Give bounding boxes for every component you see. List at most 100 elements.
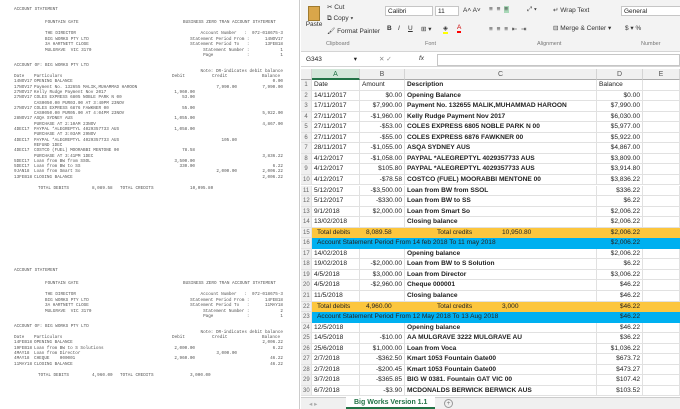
cell-e[interactable] — [643, 301, 680, 313]
cell-description[interactable]: Payment No. 132655 MALIK,MUHAMMAD HAROON — [405, 101, 597, 112]
row-number[interactable]: 5 — [301, 122, 312, 133]
cell-amount[interactable]: $7,990.00 — [360, 101, 405, 112]
cell-e[interactable] — [643, 375, 680, 386]
column-header-C[interactable]: C — [405, 69, 597, 80]
row-number[interactable]: 19 — [301, 269, 312, 281]
cell-balance[interactable]: $6,030.00 — [597, 111, 643, 123]
total-debits-value[interactable]: 8,089.58 — [360, 227, 405, 239]
cell-amount[interactable]: -$1,960.00 — [360, 111, 405, 123]
cell-description[interactable]: COLES EXPRESS 6805 NOBLE PARK N 00 — [405, 122, 597, 133]
cell-e[interactable] — [643, 259, 680, 270]
row-number[interactable]: 11 — [301, 185, 312, 197]
cell-e[interactable] — [643, 174, 680, 186]
cell-description[interactable]: Loan from Voca — [405, 343, 597, 355]
formula-input[interactable] — [437, 54, 680, 66]
cell-balance[interactable]: $5,922.00 — [597, 132, 643, 144]
cell-amount[interactable]: -$78.58 — [360, 174, 405, 186]
row-number[interactable]: 30 — [301, 385, 312, 397]
period-heading[interactable]: Account Statement Period From 14 feb 201… — [312, 238, 597, 249]
cell-e[interactable] — [643, 291, 680, 302]
cell-date[interactable]: 9/1/2018 — [312, 206, 360, 218]
row-number[interactable]: 27 — [301, 354, 312, 365]
row-number[interactable]: 22 — [301, 301, 312, 313]
merge-center-button[interactable]: ⊟ Merge & Center ▾ — [553, 24, 611, 32]
cell-description[interactable]: Opening balance — [405, 248, 597, 260]
row-number[interactable]: 23 — [301, 312, 312, 323]
cell-balance[interactable]: $3,006.22 — [597, 269, 643, 281]
row-number[interactable]: 15 — [301, 227, 312, 239]
cell-e[interactable] — [643, 164, 680, 175]
cell-date[interactable]: 27/11/2017 — [312, 122, 360, 133]
cell-amount[interactable]: -$1,055.00 — [360, 143, 405, 154]
cell-e[interactable] — [643, 101, 680, 112]
cell-e[interactable] — [643, 185, 680, 197]
fill-color-button[interactable]: ◈ — [443, 24, 448, 34]
cell-description[interactable]: Loan from BW from SSOL — [405, 185, 597, 197]
cell-balance[interactable]: $2,006.22 — [597, 238, 643, 249]
underline-button[interactable]: U — [408, 25, 413, 32]
cell-description[interactable]: Closing balance — [405, 291, 597, 302]
row-number[interactable]: 3 — [301, 101, 312, 112]
cell-amount[interactable]: -$2,000.00 — [360, 259, 405, 270]
cell-balance[interactable]: $107.42 — [597, 375, 643, 386]
row-number[interactable]: 2 — [301, 90, 312, 102]
cell-date[interactable]: 13/02/2018 — [312, 217, 360, 228]
font-grow-shrink-buttons[interactable]: A˄ A˅ — [463, 7, 481, 14]
currency-button[interactable]: $ ▾ % — [625, 24, 641, 32]
cell-e[interactable] — [643, 196, 680, 207]
cell-e[interactable] — [643, 312, 680, 323]
row-number[interactable]: 26 — [301, 343, 312, 355]
cell-date[interactable]: 17/11/2017 — [312, 101, 360, 112]
cell-balance[interactable]: $3,914.80 — [597, 164, 643, 175]
font-name-select[interactable]: Calibri — [385, 6, 433, 16]
total-debits-label[interactable]: Total debits — [312, 227, 360, 239]
cell-e[interactable] — [643, 153, 680, 165]
row-number[interactable]: 4 — [301, 111, 312, 123]
cell-e[interactable] — [643, 122, 680, 133]
cell-e[interactable] — [643, 143, 680, 154]
cell-e[interactable] — [643, 111, 680, 123]
cell-date[interactable]: 27/11/2017 — [312, 111, 360, 123]
cell-date[interactable]: 4/5/2018 — [312, 280, 360, 291]
cell-description[interactable]: PAYPAL *ALEGREPTYL 4029357733 AUS — [405, 153, 597, 165]
cell-amount[interactable]: -$365.85 — [360, 375, 405, 386]
cell-date[interactable]: 4/12/2017 — [312, 153, 360, 165]
row-number[interactable]: 18 — [301, 259, 312, 270]
cell-balance[interactable]: $46.22 — [597, 291, 643, 302]
cell-balance[interactable]: $46.22 — [597, 312, 643, 323]
sheet-tab-big-works[interactable]: Big Works Version 1.1 — [346, 397, 436, 409]
cell-date[interactable]: 25/6/2018 — [312, 343, 360, 355]
cell-balance[interactable]: $4,867.00 — [597, 143, 643, 154]
cell-date[interactable]: 2/7/2018 — [312, 364, 360, 376]
cell-e[interactable] — [643, 364, 680, 376]
font-color-button[interactable]: A — [457, 24, 462, 33]
cell-e[interactable] — [643, 238, 680, 249]
sheet-scroll-arrows[interactable]: ◂ ▸ — [309, 400, 317, 408]
row-number[interactable]: 1 — [301, 80, 312, 91]
row-number[interactable]: 25 — [301, 333, 312, 344]
cell-balance[interactable]: Balance — [597, 80, 643, 91]
column-header-A[interactable]: A — [312, 69, 360, 80]
cell-balance[interactable]: $3,836.22 — [597, 174, 643, 186]
cell-description[interactable]: Description — [405, 80, 597, 91]
row-number[interactable]: 8 — [301, 153, 312, 165]
period-heading[interactable]: Account Statement Period From 12 May 201… — [312, 312, 597, 323]
cell-amount[interactable]: -$1,058.00 — [360, 153, 405, 165]
cell-amount[interactable] — [360, 322, 405, 334]
cell-balance[interactable]: $673.72 — [597, 354, 643, 365]
cell-description[interactable]: Kelly Rudge Payment Nov 2017 — [405, 111, 597, 123]
cell-description[interactable]: Loan from Smart So — [405, 206, 597, 218]
cell-date[interactable]: 14/02/2018 — [312, 248, 360, 260]
cell-e[interactable] — [643, 385, 680, 397]
cell-description[interactable]: Kmart 1053 Fountain Gate00 — [405, 354, 597, 365]
cell-amount[interactable]: -$3,500.00 — [360, 185, 405, 197]
cell-amount[interactable]: $2,000.00 — [360, 206, 405, 218]
cell-balance[interactable]: $2,006.22 — [597, 248, 643, 260]
cell-date[interactable]: 4/5/2018 — [312, 269, 360, 281]
cell-balance[interactable]: $46.22 — [597, 280, 643, 291]
cell-description[interactable]: Loan from BW to S Solution — [405, 259, 597, 270]
cell-e[interactable] — [643, 280, 680, 291]
cell-balance[interactable]: $46.22 — [597, 322, 643, 334]
cell-balance[interactable]: $2,006.22 — [597, 217, 643, 228]
cell-date[interactable]: 14/5/2018 — [312, 333, 360, 344]
